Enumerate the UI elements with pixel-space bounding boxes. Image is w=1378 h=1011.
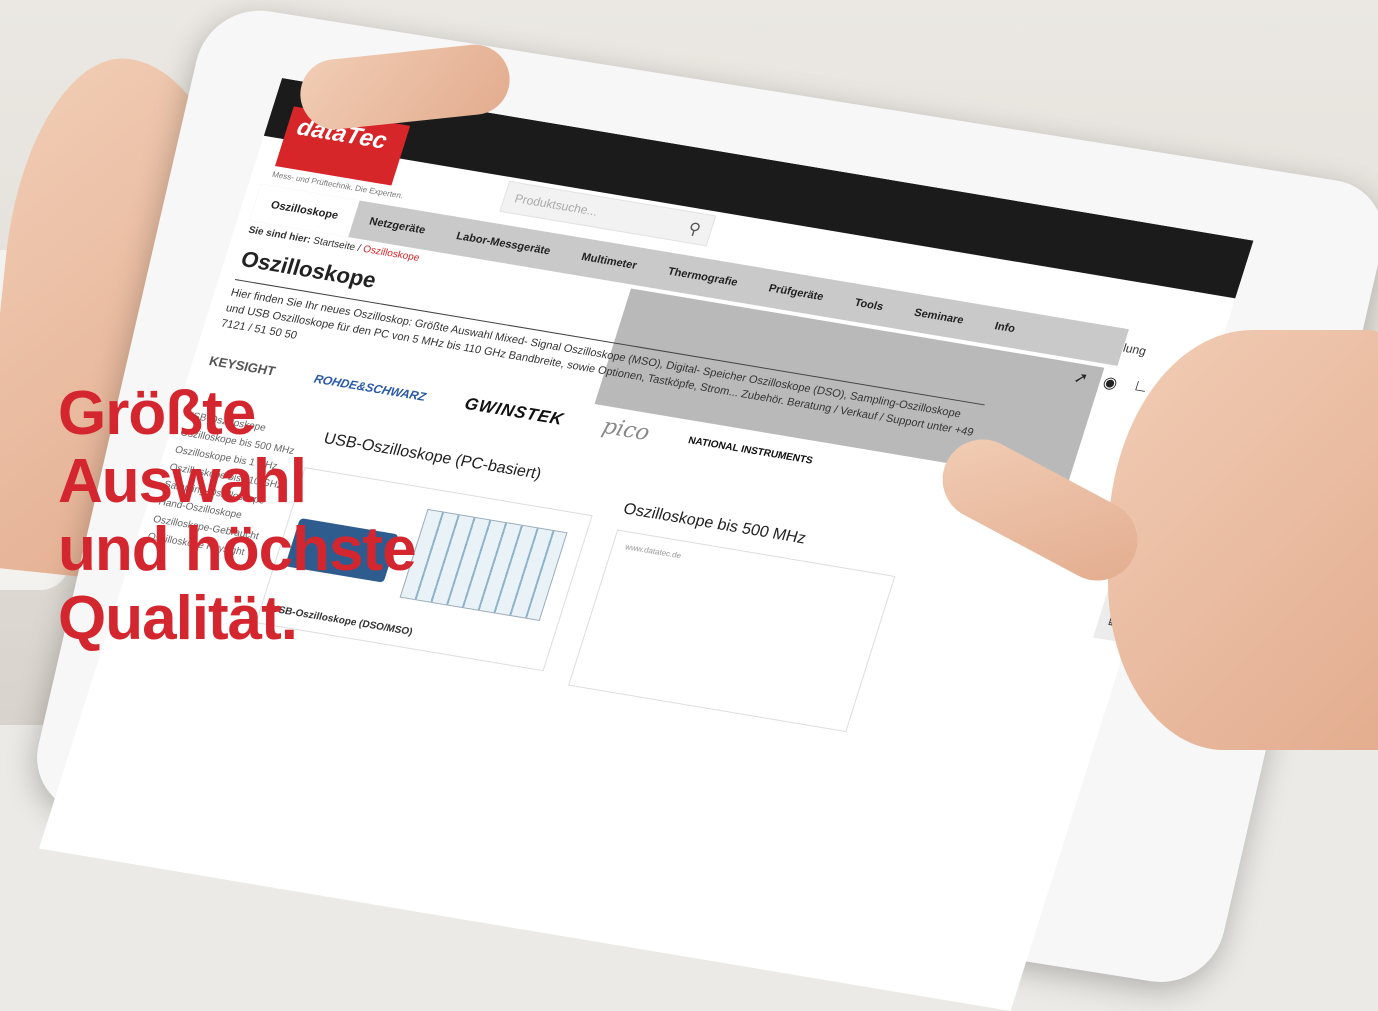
card-url: www.datatec.de (624, 542, 683, 561)
nav-info[interactable]: Info (977, 318, 1032, 338)
nav-tools[interactable]: Tools (837, 294, 900, 316)
national-instruments-logo[interactable]: NATIONAL INSTRUMENTS (687, 435, 814, 466)
headline-line: und höchste (58, 515, 417, 585)
headline-line: Qualität. (58, 583, 298, 653)
keysight-logo[interactable]: KEYSIGHT (207, 353, 277, 378)
user-icon[interactable]: ◉ (1100, 372, 1120, 394)
nav-pruefgeraete[interactable]: Prüfgeräte (751, 280, 840, 306)
gwinstek-logo[interactable]: GWINSTEK (462, 394, 566, 430)
search-placeholder: Produktsuche... (513, 191, 600, 219)
nav-netzgeraete[interactable]: Netzgeräte (352, 213, 443, 239)
nav-labor-messgeraete[interactable]: Labor-Messgeräte (439, 228, 568, 260)
search-icon[interactable]: ⚲ (686, 219, 704, 240)
headline-line: Auswahl (58, 447, 307, 517)
nav-thermografie[interactable]: Thermografie (650, 263, 755, 291)
waveform-screenshot-image (399, 508, 568, 621)
breadcrumb-home[interactable]: Startseite (312, 236, 357, 254)
headline-line: Größte (58, 379, 256, 448)
headline: Größte Auswahl und höchste Qualität. (58, 379, 417, 653)
pico-logo[interactable]: pico (599, 414, 653, 446)
nav-multimeter[interactable]: Multimeter (564, 248, 654, 274)
right-hand (1108, 330, 1378, 750)
nav-seminare[interactable]: Seminare (897, 304, 981, 329)
scope-product-card[interactable]: www.datatec.de (568, 529, 896, 733)
